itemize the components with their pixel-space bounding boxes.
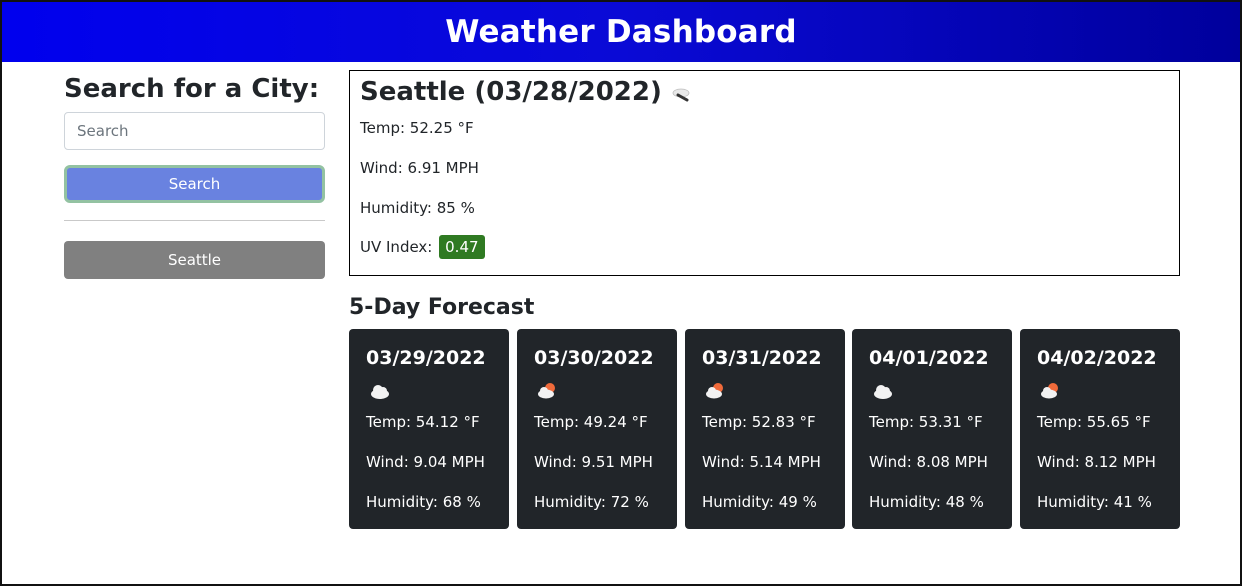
forecast-card: 03/31/2022 Temp: 52.83 °F Wind: 5.14 MPH… [685,329,845,529]
current-weather-panel: Seattle (03/28/2022) Temp: 52.25 °F Wind… [349,70,1180,276]
cloud-icon [371,385,389,399]
forecast-card: 04/02/2022 Temp: 55.65 °F Wind: 8.12 MPH… [1020,329,1180,529]
forecast-humidity: Humidity: 48 % [869,493,984,511]
uv-badge: 0.47 [439,235,485,259]
cloud-rain-icon [672,88,690,102]
forecast-card: 03/29/2022 Temp: 54.12 °F Wind: 9.04 MPH… [349,329,509,529]
forecast-wind: Wind: 9.04 MPH [366,453,485,471]
current-wind: Wind: 6.91 MPH [360,159,479,177]
forecast-wind: Wind: 5.14 MPH [702,453,821,471]
forecast-date: 03/30/2022 [534,347,654,369]
forecast-wind: Wind: 8.12 MPH [1037,453,1156,471]
forecast-date: 04/01/2022 [869,347,989,369]
search-button[interactable]: Search [64,165,325,203]
search-heading: Search for a City: [64,74,320,104]
current-uv-row: UV Index: 0.47 [360,235,485,259]
forecast-temp: Temp: 54.12 °F [366,413,480,431]
sun-cloud-icon [538,383,555,399]
forecast-wind: Wind: 8.08 MPH [869,453,988,471]
forecast-humidity: Humidity: 49 % [702,493,817,511]
forecast-temp: Temp: 53.31 °F [869,413,983,431]
current-temp: Temp: 52.25 °F [360,119,474,137]
current-city-title: Seattle (03/28/2022) [360,77,662,107]
uv-label: UV Index: [360,238,433,256]
forecast-humidity: Humidity: 72 % [534,493,649,511]
forecast-date: 03/31/2022 [702,347,822,369]
forecast-humidity: Humidity: 68 % [366,493,481,511]
forecast-card: 03/30/2022 Temp: 49.24 °F Wind: 9.51 MPH… [517,329,677,529]
forecast-temp: Temp: 52.83 °F [702,413,816,431]
forecast-temp: Temp: 55.65 °F [1037,413,1151,431]
sun-cloud-icon [1041,383,1058,399]
history-button-seattle[interactable]: Seattle [64,241,325,279]
page-title: Weather Dashboard [445,14,797,50]
forecast-wind: Wind: 9.51 MPH [534,453,653,471]
forecast-humidity: Humidity: 41 % [1037,493,1152,511]
forecast-card: 04/01/2022 Temp: 53.31 °F Wind: 8.08 MPH… [852,329,1012,529]
current-humidity: Humidity: 85 % [360,199,475,217]
cloud-icon [874,385,892,399]
forecast-title: 5-Day Forecast [349,295,535,320]
forecast-date: 03/29/2022 [366,347,486,369]
forecast-temp: Temp: 49.24 °F [534,413,648,431]
forecast-date: 04/02/2022 [1037,347,1157,369]
page-header: Weather Dashboard [2,2,1240,62]
search-input[interactable] [64,112,325,150]
sun-cloud-icon [706,383,723,399]
sidebar-divider [64,220,325,221]
search-sidebar: Search for a City: Search Seattle [64,72,326,279]
